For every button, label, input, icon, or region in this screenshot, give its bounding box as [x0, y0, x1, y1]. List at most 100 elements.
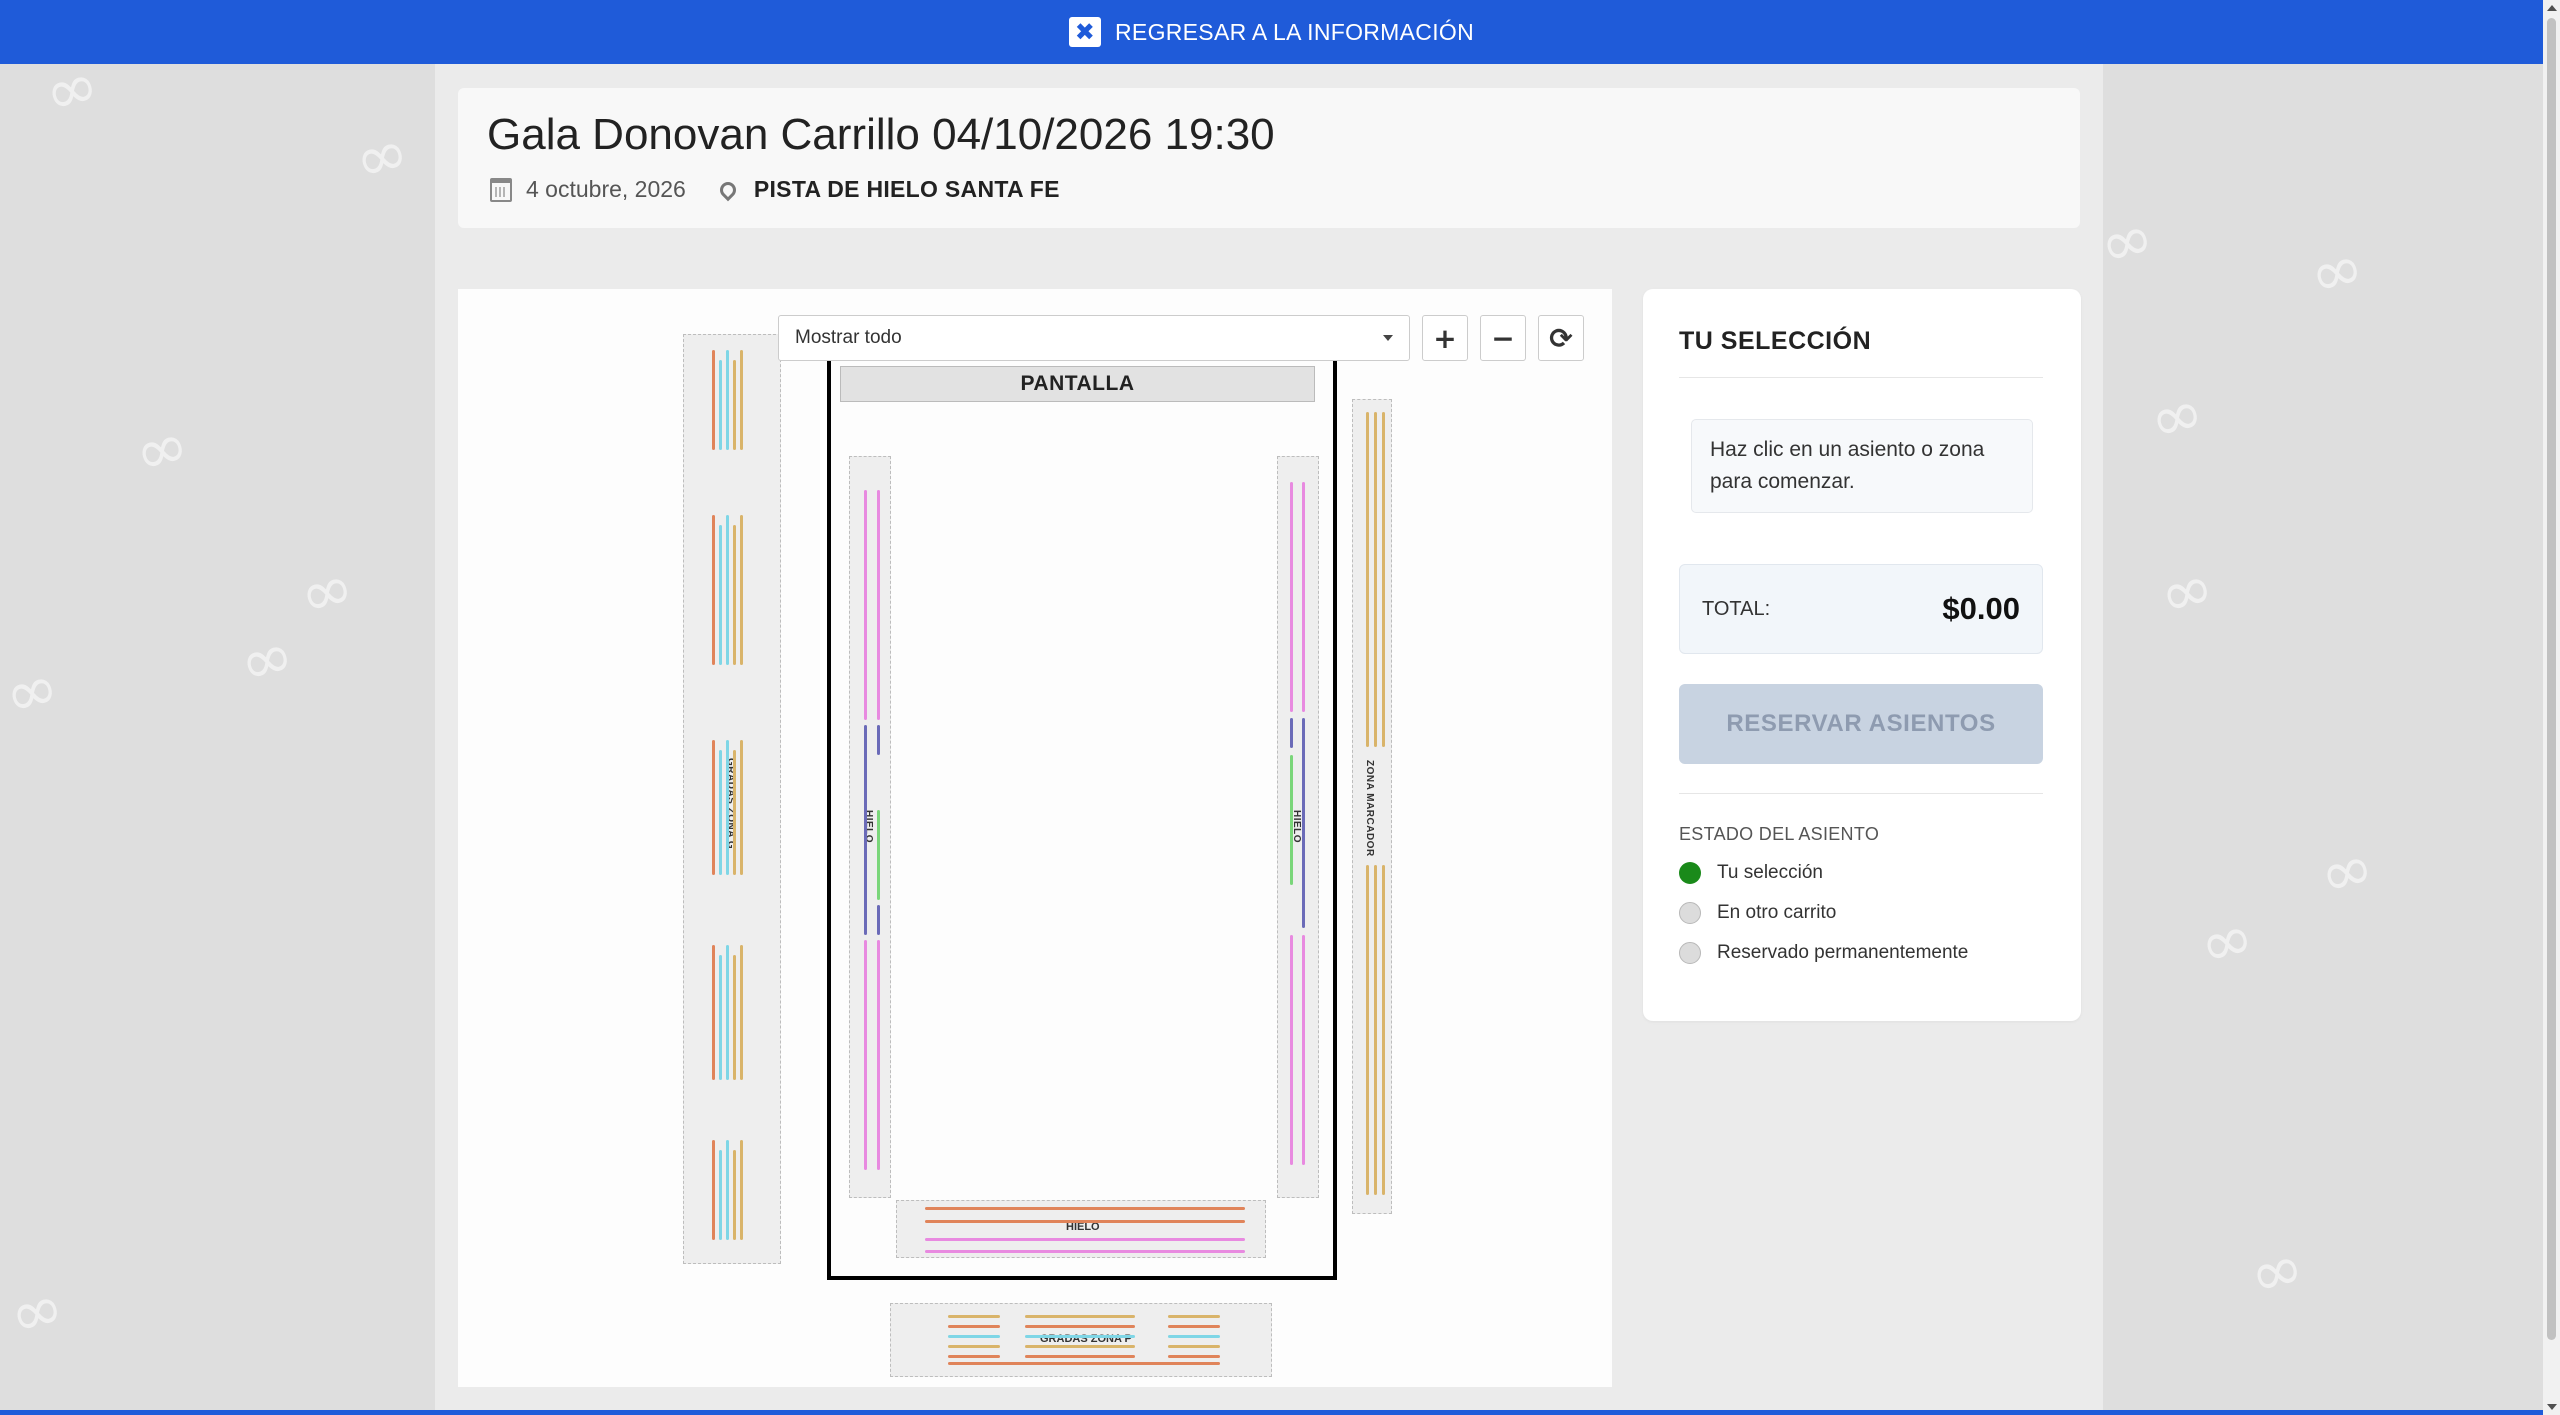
seat-row[interactable]	[948, 1315, 1000, 1318]
seat-row[interactable]	[712, 945, 715, 1080]
zone-marcador-label: ZONA MARCADOR	[1364, 760, 1375, 857]
seat-row[interactable]	[712, 515, 715, 665]
seat-row[interactable]	[726, 1140, 729, 1240]
seat-row[interactable]	[925, 1238, 1245, 1241]
seat-row[interactable]	[1374, 865, 1377, 1195]
zone-filter-select[interactable]: Mostrar todo	[778, 315, 1410, 361]
seat-row[interactable]	[719, 360, 722, 450]
back-to-info-bar[interactable]: ✖ REGRESAR A LA INFORMACIÓN	[0, 0, 2543, 64]
seat-row[interactable]	[877, 490, 880, 720]
scroll-down-icon[interactable]	[2547, 1404, 2557, 1410]
seat-row[interactable]	[733, 955, 736, 1080]
seat-row[interactable]	[733, 360, 736, 450]
seat-row[interactable]	[1025, 1355, 1135, 1358]
seat-row[interactable]	[719, 955, 722, 1080]
divider	[1679, 377, 2043, 378]
page-scrollbar[interactable]	[2543, 0, 2560, 1415]
seat-row[interactable]	[1290, 482, 1293, 712]
scroll-up-icon[interactable]	[2547, 5, 2557, 11]
seat-row[interactable]	[1290, 755, 1293, 885]
seat-row[interactable]	[1168, 1335, 1220, 1338]
seat-row[interactable]	[877, 725, 880, 755]
seat-row[interactable]	[719, 750, 722, 875]
zoom-in-button[interactable]: +	[1422, 315, 1468, 361]
seat-row[interactable]	[740, 350, 743, 450]
background-ornament: ∞	[231, 617, 302, 703]
bottom-bar	[0, 1410, 2543, 1415]
seat-row[interactable]	[1025, 1325, 1135, 1328]
seat-row[interactable]	[925, 1207, 1245, 1210]
legend-label: Tu selección	[1717, 862, 1823, 883]
event-date: 4 octubre, 2026	[526, 176, 686, 202]
background-ornament: ∞	[2241, 1229, 2312, 1315]
legend-item-reserved: Reservado permanentemente	[1679, 942, 1968, 964]
legend-title: ESTADO DEL ASIENTO	[1679, 824, 1880, 844]
seat-row[interactable]	[740, 1140, 743, 1240]
seat-row[interactable]	[864, 490, 867, 720]
legend-item-other-cart: En otro carrito	[1679, 902, 1836, 924]
seat-row[interactable]	[1168, 1355, 1220, 1358]
seat-row[interactable]	[726, 740, 729, 875]
seat-row[interactable]	[1025, 1315, 1135, 1318]
seat-row[interactable]	[864, 940, 867, 1170]
background-ornament: ∞	[291, 549, 362, 635]
seat-row[interactable]	[1290, 935, 1293, 1165]
reset-view-button[interactable]: ⟳	[1538, 315, 1584, 361]
seat-row[interactable]	[877, 940, 880, 1170]
seat-row[interactable]	[719, 1150, 722, 1240]
seat-row[interactable]	[877, 905, 880, 935]
seat-row[interactable]	[864, 725, 867, 935]
seat-row[interactable]	[948, 1325, 1000, 1328]
seat-row[interactable]	[1025, 1345, 1135, 1348]
seat-row[interactable]	[1366, 412, 1369, 747]
seat-row[interactable]	[925, 1250, 1245, 1253]
seat-row[interactable]	[740, 945, 743, 1080]
seat-row[interactable]	[740, 740, 743, 875]
seat-row[interactable]	[925, 1220, 1245, 1223]
seat-row[interactable]	[726, 515, 729, 665]
seat-row[interactable]	[1168, 1345, 1220, 1348]
seat-row[interactable]	[712, 1140, 715, 1240]
seat-row[interactable]	[1290, 718, 1293, 748]
status-dot-icon	[1679, 942, 1701, 964]
seat-row[interactable]	[719, 525, 722, 665]
seat-row[interactable]	[1374, 412, 1377, 747]
location-pin-icon	[716, 178, 740, 201]
seat-row[interactable]	[740, 515, 743, 665]
reserve-seats-button[interactable]: RESERVAR ASIENTOS	[1679, 684, 2043, 764]
event-title: Gala Donovan Carrillo 04/10/2026 19:30	[487, 110, 1275, 159]
status-dot-icon	[1679, 902, 1701, 924]
seat-row[interactable]	[733, 1150, 736, 1240]
seat-row[interactable]	[948, 1335, 1000, 1338]
seat-row[interactable]	[1302, 935, 1305, 1165]
seat-row[interactable]	[948, 1345, 1000, 1348]
legend-label: Reservado permanentemente	[1717, 942, 1969, 963]
seat-row[interactable]	[726, 945, 729, 1080]
zoom-out-button[interactable]: −	[1480, 315, 1526, 361]
selection-hint: Haz clic en un asiento o zona para comen…	[1691, 419, 2033, 513]
background-ornament: ∞	[2191, 899, 2262, 985]
seat-row[interactable]	[1382, 865, 1385, 1195]
map-toolbar: Mostrar todo + − ⟳	[778, 310, 1594, 366]
seat-row[interactable]	[948, 1362, 1220, 1365]
seat-row[interactable]	[733, 750, 736, 875]
seat-row[interactable]	[1366, 865, 1369, 1195]
seat-row[interactable]	[948, 1355, 1000, 1358]
seat-row[interactable]	[1302, 482, 1305, 712]
legend-item-selected: Tu selección	[1679, 862, 1823, 884]
seat-row[interactable]	[712, 350, 715, 450]
seat-row[interactable]	[712, 740, 715, 875]
seat-row[interactable]	[1025, 1335, 1135, 1338]
seat-row[interactable]	[726, 350, 729, 450]
seat-row[interactable]	[1168, 1325, 1220, 1328]
seat-row[interactable]	[1168, 1315, 1220, 1318]
calendar-icon	[490, 177, 512, 202]
seat-row[interactable]	[733, 525, 736, 665]
selection-panel: TU SELECCIÓN Haz clic en un asiento o zo…	[1643, 289, 2081, 1021]
seat-row[interactable]	[877, 810, 880, 900]
background-ornament: ∞	[2301, 229, 2372, 315]
seat-row[interactable]	[1382, 412, 1385, 747]
seat-row[interactable]	[1302, 718, 1305, 928]
scroll-thumb[interactable]	[2547, 18, 2556, 1340]
status-dot-icon	[1679, 862, 1701, 884]
